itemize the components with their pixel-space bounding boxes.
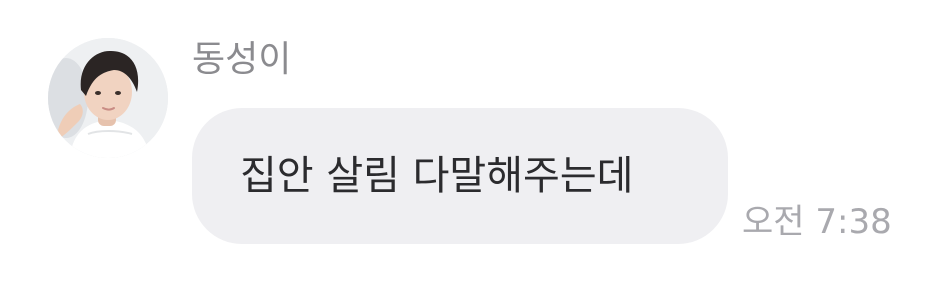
message-bubble[interactable]: 집안 살림 다말해주는데	[192, 108, 728, 244]
sender-avatar[interactable]	[48, 38, 168, 158]
message-timestamp: 오전 7:38	[742, 202, 892, 242]
message-text: 집안 살림 다말해주는데	[240, 153, 634, 199]
sender-name: 동성이	[192, 39, 292, 80]
avatar-photo-icon	[48, 38, 168, 158]
